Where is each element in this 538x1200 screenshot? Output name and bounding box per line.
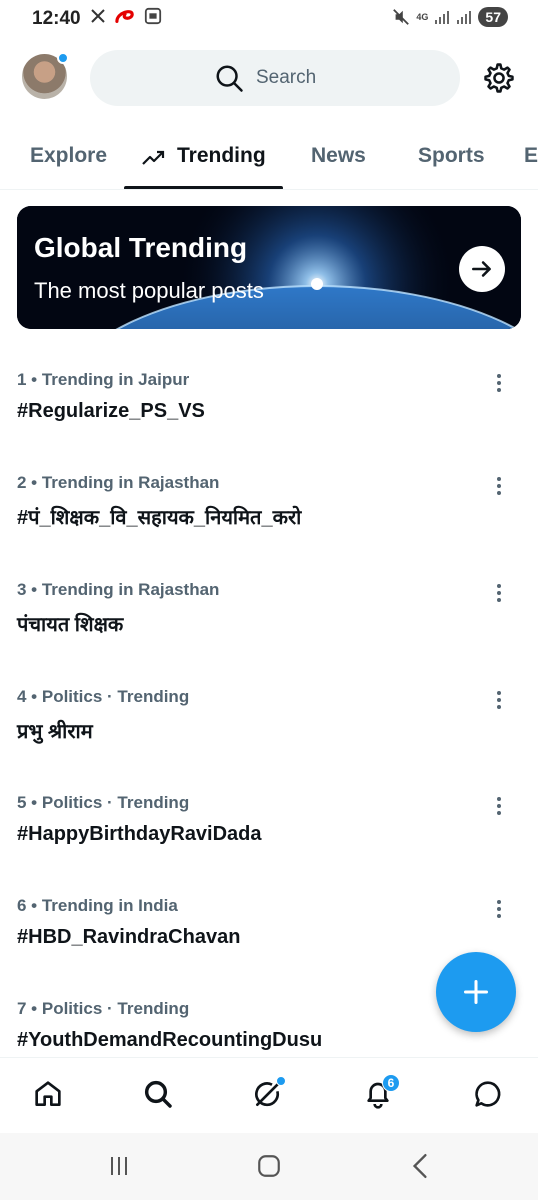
airtel-icon (115, 10, 134, 23)
trend-item[interactable]: 1 • Trending in Jaipur #Regularize_PS_VS (0, 370, 538, 470)
tab-trending[interactable]: Trending (141, 132, 266, 189)
home-icon (35, 1081, 61, 1106)
nav-grok[interactable] (248, 1074, 288, 1114)
system-navigation-bar (0, 1133, 538, 1200)
trend-item[interactable]: 3 • Trending in Rajasthan पंचायत शिक्षक (0, 580, 538, 680)
x-logo-icon (91, 9, 105, 23)
tab-explore[interactable]: Explore (30, 132, 107, 189)
trend-context: 6 • Trending in India (17, 896, 178, 915)
signal-icon (435, 11, 450, 24)
trend-context: 5 • Politics · Trending (17, 793, 190, 812)
search-bar[interactable] (90, 50, 460, 106)
nav-home[interactable] (28, 1074, 68, 1114)
bottom-navigation: 6 (0, 1057, 538, 1133)
more-options-icon[interactable] (490, 582, 508, 604)
global-trending-banner[interactable]: Global Trending The most popular posts (17, 206, 521, 329)
signal-icon-2 (457, 11, 472, 24)
trend-item[interactable]: 2 • Trending in Rajasthan #पं_शिक्षक_वि_… (0, 473, 538, 573)
grok-notification-dot (276, 1076, 286, 1086)
explore-tabs: Explore Trending News Sports E (0, 132, 538, 190)
nav-search[interactable] (138, 1074, 178, 1114)
banner-arrow-button[interactable] (459, 246, 505, 292)
trend-title: #पं_शिक्षक_वि_सहायक_नियमित_करो (17, 507, 302, 529)
trend-context: 7 • Politics · Trending (17, 999, 190, 1018)
status-time: 12:40 (32, 8, 81, 29)
mute-icon (393, 9, 410, 25)
banner-subtitle: The most popular posts (34, 278, 264, 303)
search-input[interactable] (256, 67, 336, 89)
earth-background-image (17, 206, 521, 329)
trend-context: 4 • Politics · Trending (17, 687, 190, 706)
active-tab-indicator (124, 186, 283, 189)
plus-icon (463, 979, 489, 1005)
recent-apps-button[interactable] (101, 1151, 137, 1181)
avatar-notification-dot (57, 52, 69, 64)
home-system-button[interactable] (251, 1151, 287, 1181)
search-icon (216, 65, 243, 92)
screenshot-icon (144, 7, 162, 25)
trend-title: #Regularize_PS_VS (17, 400, 205, 422)
tab-sports[interactable]: Sports (418, 132, 485, 189)
compose-post-button[interactable] (436, 952, 516, 1032)
search-icon (144, 1080, 172, 1108)
trending-arrow-icon (142, 150, 165, 165)
trend-item[interactable]: 5 • Politics · Trending #HappyBirthdayRa… (0, 793, 538, 893)
gear-icon[interactable] (482, 61, 516, 95)
trend-title: #HBD_RavindraChavan (17, 926, 241, 948)
banner-title: Global Trending (34, 232, 248, 263)
notifications-badge: 6 (382, 1074, 400, 1092)
back-icon (412, 1153, 427, 1179)
tab-entertainment[interactable]: E (524, 132, 538, 189)
more-options-icon[interactable] (490, 795, 508, 817)
network-type: 4G (416, 11, 429, 22)
trend-title: #YouthDemandRecountingDusu (17, 1029, 323, 1051)
back-button[interactable] (402, 1151, 438, 1181)
nav-messages[interactable] (468, 1074, 508, 1114)
more-options-icon[interactable] (490, 898, 508, 920)
more-options-icon[interactable] (490, 689, 508, 711)
trend-title: #HappyBirthdayRaviDada (17, 823, 262, 845)
trend-context: 1 • Trending in Jaipur (17, 370, 190, 389)
trend-item[interactable]: 4 • Politics · Trending प्रभु श्रीराम (0, 687, 538, 787)
trend-context: 2 • Trending in Rajasthan (17, 473, 220, 492)
more-options-icon[interactable] (490, 475, 508, 497)
status-bar: 12:40 4G 57 (0, 0, 538, 38)
home-button-icon (258, 1155, 280, 1177)
trend-context: 3 • Trending in Rajasthan (17, 580, 220, 599)
messages-icon (475, 1081, 501, 1107)
trend-title: प्रभु श्रीराम (17, 721, 93, 743)
trend-title: पंचायत शिक्षक (17, 614, 124, 636)
arrow-right-icon (472, 261, 491, 277)
battery-indicator: 57 (478, 7, 508, 27)
recent-apps-icon (111, 1157, 127, 1175)
more-options-icon[interactable] (490, 372, 508, 394)
nav-notifications[interactable]: 6 (358, 1074, 400, 1114)
tab-news[interactable]: News (311, 132, 366, 189)
